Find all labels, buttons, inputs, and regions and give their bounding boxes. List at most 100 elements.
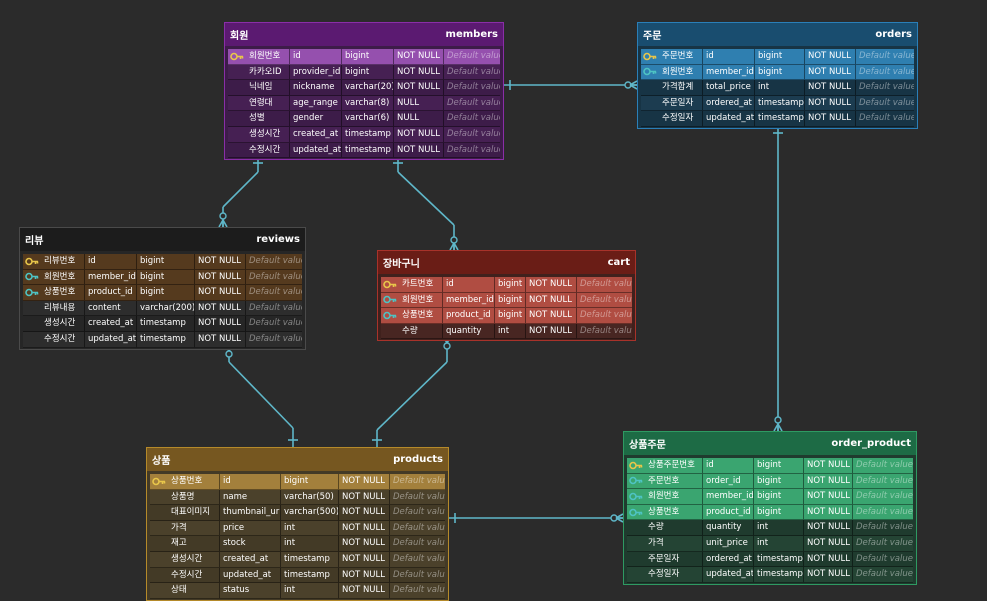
column-name: product_id: [703, 504, 754, 521]
table-name: products: [393, 454, 443, 465]
zero-marker: [219, 212, 227, 220]
column-row-quantity[interactable]: 수량 quantity int NOT NULL Default value: [381, 323, 632, 340]
column-row-order_id[interactable]: 주문번호 order_id bigint NOT NULL Default value: [627, 473, 913, 490]
column-default: Default value: [853, 489, 913, 505]
column-row-id[interactable]: 주문번호 id bigint NOT NULL Default value: [641, 49, 914, 65]
table-header[interactable]: 주문 orders: [638, 23, 917, 46]
table-korean-name: 리뷰: [25, 236, 44, 247]
key-slot: [627, 567, 645, 583]
column-row-member_id[interactable]: 회원번호 member_id bigint NOT NULL Default value: [627, 489, 913, 505]
column-row-content[interactable]: 리뷰내용 content varchar(200) NOT NULL Default v…: [23, 300, 302, 317]
column-row-updated_at[interactable]: 수정시간 updated_at timestamp NOT NULL Default v…: [150, 567, 445, 584]
column-row-unit_price[interactable]: 가격 unit_price int NOT NULL Default value: [627, 535, 913, 552]
connector-products-cart[interactable]: [376, 361, 448, 431]
column-row-price[interactable]: 가격 price int NOT NULL Default value: [150, 520, 445, 537]
column-row-member_id[interactable]: 회원번호 member_id bigint NOT NULL Default value: [381, 292, 632, 309]
column-label: 회원번호: [399, 292, 443, 309]
column-row-created_at[interactable]: 생성시간 created_at timestamp NOT NULL Default v…: [228, 126, 500, 143]
key-slot: [627, 552, 645, 568]
connector-members-cart[interactable]: [397, 171, 455, 226]
column-name: provider_id: [290, 64, 342, 81]
column-row-member_id[interactable]: 회원번호 member_id bigint NOT NULL Default value: [23, 269, 302, 286]
column-name: quantity: [703, 520, 754, 536]
column-row-updated_at[interactable]: 수정일자 updated_at timestamp NOT NULL Default v…: [641, 111, 914, 127]
column-name: updated_at: [703, 567, 754, 583]
column-row-quantity[interactable]: 수량 quantity int NOT NULL Default value: [627, 520, 913, 536]
column-row-product_id[interactable]: 상품번호 product_id bigint NOT NULL Default valu…: [381, 308, 632, 324]
table-name: orders: [875, 29, 912, 40]
primary-key-icon: [641, 49, 659, 65]
table-reviews[interactable]: 리뷰 reviews 리뷰번호 id bigint NOT NULL Default val…: [19, 227, 306, 350]
table-orders[interactable]: 주문 orders 주문번호 id bigint NOT NULL Default valu…: [637, 22, 918, 129]
column-label: 상품번호: [168, 474, 220, 490]
key-slot: [627, 520, 645, 536]
column-row-name[interactable]: 상품명 name varchar(50) NOT NULL Default value: [150, 489, 445, 506]
column-label: 상품명: [168, 489, 220, 506]
column-label: 상품번호: [399, 308, 443, 324]
column-label: 주문번호: [645, 473, 703, 490]
column-name: id: [85, 254, 137, 270]
column-row-updated_at[interactable]: 수정시간 updated_at timestamp NOT NULL Default v…: [23, 331, 302, 348]
column-nullable: NOT NULL: [339, 520, 390, 537]
erd-canvas[interactable]: 회원 members 회원번호 id bigint NOT NULL Default val…: [0, 0, 987, 601]
column-row-nickname[interactable]: 닉네임 nickname varchar(20) NOT NULL Default va…: [228, 80, 500, 96]
key-slot: [228, 96, 246, 112]
column-row-updated_at[interactable]: 수정시간 updated_at timestamp NOT NULL Default v…: [228, 142, 500, 159]
table-members[interactable]: 회원 members 회원번호 id bigint NOT NULL Default val…: [224, 22, 504, 161]
column-nullable: NOT NULL: [526, 292, 577, 309]
key-slot: [641, 96, 659, 112]
column-default: Default value: [444, 143, 500, 159]
column-name: created_at: [85, 316, 137, 332]
column-name: ordered_at: [703, 551, 754, 568]
column-row-provider_id[interactable]: 카카오ID provider_id bigint NOT NULL Default va…: [228, 64, 500, 81]
key-slot: [228, 111, 246, 127]
column-row-ordered_at[interactable]: 주문일자 ordered_at timestamp NOT NULL Default v…: [641, 95, 914, 112]
column-row-age_range[interactable]: 연령대 age_range varchar(8) NULL Default value: [228, 95, 500, 112]
primary-key-icon: [627, 458, 645, 474]
key-slot: [641, 111, 659, 127]
table-order_product[interactable]: 상품주문 order_product 상품주문번호 id bigint NOT NULL D…: [623, 431, 917, 585]
column-row-updated_at[interactable]: 수정일자 updated_at timestamp NOT NULL Default v…: [627, 567, 913, 583]
column-row-thumbnail_url[interactable]: 대표이미지 thumbnail_url varchar(500) NOT NULL De…: [150, 505, 445, 521]
connector-products-reviews[interactable]: [228, 361, 294, 429]
column-row-created_at[interactable]: 생성시간 created_at timestamp NOT NULL Default v…: [23, 316, 302, 332]
column-default: Default value: [577, 324, 632, 340]
table-header[interactable]: 상품주문 order_product: [624, 432, 916, 455]
connector-members-reviews[interactable]: [222, 171, 259, 208]
column-label: 생성시간: [41, 316, 85, 332]
column-row-created_at[interactable]: 생성시간 created_at timestamp NOT NULL Default v…: [150, 551, 445, 568]
column-row-member_id[interactable]: 회원번호 member_id bigint NOT NULL Default value: [641, 64, 914, 81]
column-row-product_id[interactable]: 상품번호 product_id bigint NOT NULL Default valu…: [23, 285, 302, 301]
column-default: Default value: [246, 285, 302, 301]
table-header[interactable]: 리뷰 reviews: [20, 228, 305, 251]
column-name: id: [220, 474, 281, 490]
column-row-id[interactable]: 상품번호 id bigint NOT NULL Default value: [150, 474, 445, 490]
column-row-gender[interactable]: 성별 gender varchar(6) NULL Default value: [228, 111, 500, 127]
column-label: 상품주문번호: [645, 458, 703, 474]
table-header[interactable]: 회원 members: [225, 23, 503, 46]
column-default: Default value: [444, 65, 500, 81]
column-name: product_id: [443, 308, 495, 324]
column-row-id[interactable]: 상품주문번호 id bigint NOT NULL Default value: [627, 458, 913, 474]
table-cart[interactable]: 장바구니 cart 카트번호 id bigint NOT NULL Default valu…: [377, 250, 636, 342]
column-row-id[interactable]: 회원번호 id bigint NOT NULL Default value: [228, 49, 500, 65]
column-row-status[interactable]: 상태 status int NOT NULL Default value: [150, 583, 445, 599]
column-row-id[interactable]: 리뷰번호 id bigint NOT NULL Default value: [23, 254, 302, 270]
column-type: int: [281, 583, 339, 599]
column-row-stock[interactable]: 재고 stock int NOT NULL Default value: [150, 536, 445, 552]
table-header[interactable]: 장바구니 cart: [378, 251, 635, 274]
column-label: 수량: [645, 520, 703, 536]
column-row-id[interactable]: 카트번호 id bigint NOT NULL Default value: [381, 277, 632, 293]
column-row-product_id[interactable]: 상품번호 product_id bigint NOT NULL Default valu…: [627, 504, 913, 521]
zero-marker: [443, 342, 451, 350]
column-label: 생성시간: [168, 551, 220, 568]
column-row-total_price[interactable]: 가격합계 total_price int NOT NULL Default value: [641, 80, 914, 96]
column-row-ordered_at[interactable]: 주문일자 ordered_at timestamp NOT NULL Default v…: [627, 551, 913, 568]
foreign-key-icon: [23, 285, 41, 301]
table-header[interactable]: 상품 products: [147, 448, 448, 471]
table-products[interactable]: 상품 products 상품번호 id bigint NOT NULL Default va…: [146, 447, 449, 601]
key-slot: [228, 80, 246, 96]
column-name: created_at: [220, 551, 281, 568]
column-type: int: [754, 535, 804, 552]
column-default: Default value: [856, 65, 914, 81]
